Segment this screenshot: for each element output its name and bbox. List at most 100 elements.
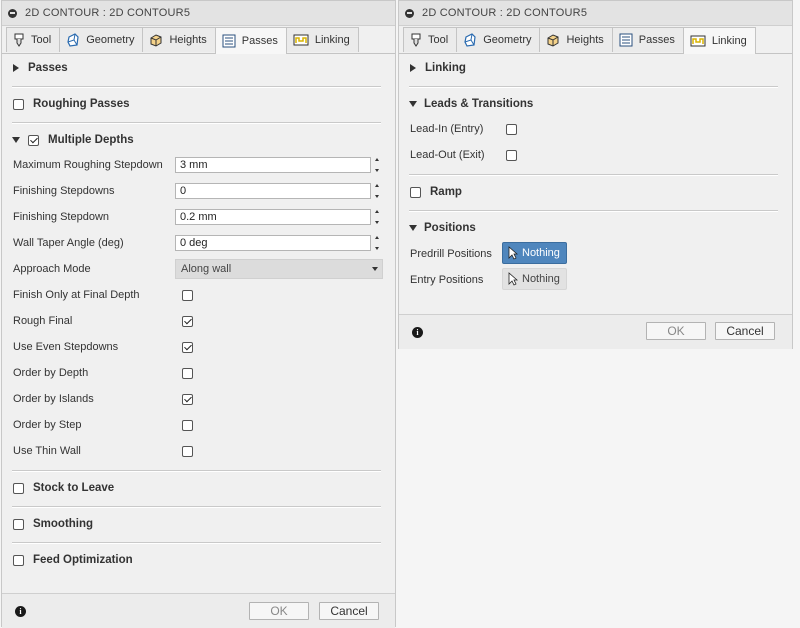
- cancel-button[interactable]: Cancel: [319, 602, 379, 620]
- order-by-islands-checkbox[interactable]: [182, 393, 193, 405]
- divider: [12, 542, 381, 544]
- approach-mode-select[interactable]: Along wall: [175, 259, 383, 279]
- divider: [409, 210, 778, 212]
- field-label: Finish Only at Final Depth: [13, 289, 140, 301]
- field-label: Lead-Out (Exit): [410, 149, 485, 161]
- tab-linking[interactable]: Linking: [682, 27, 756, 54]
- collapse-icon[interactable]: [405, 8, 414, 18]
- predrill-positions-row: Predrill Positions: [410, 244, 778, 264]
- max-roughing-stepdown-input[interactable]: 3 mm: [175, 157, 382, 173]
- spinner-icon[interactable]: [371, 209, 382, 225]
- roughing-passes-section[interactable]: Roughing Passes: [12, 94, 381, 114]
- tool-icon: [411, 33, 421, 47]
- title-bar: 2D CONTOUR : 2D CONTOUR5: [2, 1, 395, 26]
- passes-section-header[interactable]: Passes: [12, 58, 381, 78]
- passes-icon: [222, 34, 236, 48]
- rough-final-checkbox[interactable]: [182, 315, 193, 327]
- entry-positions-row: Entry Positions: [410, 270, 778, 290]
- divider: [12, 506, 381, 508]
- right-dialog-panel: 2D CONTOUR : 2D CONTOUR5 Tool Geometry H…: [398, 0, 793, 349]
- collapse-arrow-icon[interactable]: [12, 137, 20, 143]
- smoothing-section[interactable]: Smoothing: [12, 514, 381, 534]
- field-label: Order by Depth: [13, 367, 89, 379]
- divider: [12, 470, 381, 472]
- chevron-down-icon: [372, 267, 378, 271]
- finish-only-final-depth-checkbox[interactable]: [182, 289, 193, 301]
- dialog-footer: i OK Cancel: [399, 314, 792, 349]
- linking-section-header[interactable]: Linking: [409, 58, 778, 78]
- ramp-checkbox[interactable]: [410, 186, 421, 198]
- cancel-button[interactable]: Cancel: [715, 322, 775, 340]
- positions-section[interactable]: Positions: [409, 218, 778, 238]
- spinner-icon[interactable]: [371, 157, 382, 173]
- tab-heights[interactable]: Heights: [539, 27, 613, 52]
- lead-in-checkbox[interactable]: [506, 123, 517, 135]
- order-by-islands-row: Order by Islands: [13, 389, 381, 409]
- tab-linking[interactable]: Linking: [285, 27, 359, 52]
- tab-passes[interactable]: Passes: [611, 27, 684, 52]
- roughing-passes-checkbox[interactable]: [13, 98, 24, 110]
- spinner-icon[interactable]: [371, 183, 382, 199]
- field-label: Maximum Roughing Stepdown: [13, 159, 163, 171]
- stock-to-leave-checkbox[interactable]: [13, 482, 24, 494]
- finish-only-final-depth-row: Finish Only at Final Depth: [13, 285, 381, 305]
- smoothing-checkbox[interactable]: [13, 518, 24, 530]
- dialog-title: 2D CONTOUR : 2D CONTOUR5: [25, 7, 191, 19]
- tab-tool[interactable]: Tool: [403, 27, 458, 52]
- linking-icon: [690, 35, 706, 47]
- tool-icon: [14, 33, 24, 47]
- ok-button[interactable]: OK: [249, 602, 309, 620]
- tab-tool[interactable]: Tool: [6, 27, 61, 52]
- expand-arrow-icon: [13, 64, 19, 72]
- stock-to-leave-section[interactable]: Stock to Leave: [12, 478, 381, 498]
- collapse-arrow-icon: [409, 225, 417, 231]
- cursor-arrow-icon: [508, 246, 518, 260]
- tab-geometry[interactable]: Geometry: [59, 27, 144, 52]
- lead-in-row: Lead-In (Entry): [410, 119, 778, 139]
- heights-icon: [547, 34, 559, 47]
- use-even-stepdowns-checkbox[interactable]: [182, 341, 193, 353]
- ramp-section[interactable]: Ramp: [409, 182, 778, 202]
- leads-transitions-section[interactable]: Leads & Transitions: [409, 94, 778, 114]
- left-dialog-panel: 2D CONTOUR : 2D CONTOUR5 Tool Geometry H…: [1, 0, 396, 628]
- tab-heights[interactable]: Heights: [142, 27, 216, 52]
- order-by-step-checkbox[interactable]: [182, 419, 193, 431]
- divider: [409, 86, 778, 88]
- tab-geometry[interactable]: Geometry: [456, 27, 541, 52]
- order-by-depth-row: Order by Depth: [13, 363, 381, 383]
- field-label: Lead-In (Entry): [410, 123, 484, 135]
- field-label: Finishing Stepdowns: [13, 185, 115, 197]
- heights-icon: [150, 34, 162, 47]
- field-label: Finishing Stepdown: [13, 211, 110, 223]
- tab-passes[interactable]: Passes: [214, 27, 287, 54]
- ok-button[interactable]: OK: [646, 322, 706, 340]
- use-thin-wall-checkbox[interactable]: [182, 445, 193, 457]
- multiple-depths-checkbox[interactable]: [28, 134, 39, 146]
- field-label: Order by Step: [13, 419, 82, 431]
- geometry-icon: [464, 33, 476, 47]
- multiple-depths-section[interactable]: Multiple Depths: [12, 130, 381, 150]
- info-icon[interactable]: i: [15, 606, 26, 617]
- collapse-arrow-icon: [409, 101, 417, 107]
- feed-optimization-checkbox[interactable]: [13, 554, 24, 566]
- field-label: Order by Islands: [13, 393, 94, 405]
- field-label: Rough Final: [13, 315, 73, 327]
- use-even-stepdowns-row: Use Even Stepdowns: [13, 337, 381, 357]
- geometry-icon: [67, 33, 79, 47]
- spinner-icon[interactable]: [371, 235, 382, 251]
- wall-taper-angle-input[interactable]: 0 deg: [175, 235, 382, 251]
- lead-out-checkbox[interactable]: [506, 149, 517, 161]
- finishing-stepdown-input[interactable]: 0.2 mm: [175, 209, 382, 225]
- field-label: Use Thin Wall: [13, 445, 81, 457]
- dialog-footer: i OK Cancel: [2, 593, 395, 628]
- predrill-positions-select-button[interactable]: Nothing: [502, 242, 567, 264]
- feed-optimization-section[interactable]: Feed Optimization: [12, 550, 381, 570]
- collapse-icon[interactable]: [8, 8, 17, 18]
- divider: [409, 174, 778, 176]
- order-by-depth-checkbox[interactable]: [182, 367, 193, 379]
- dialog-title: 2D CONTOUR : 2D CONTOUR5: [422, 7, 588, 19]
- info-icon[interactable]: i: [412, 327, 423, 338]
- entry-positions-select-button[interactable]: Nothing: [502, 268, 567, 290]
- lead-out-row: Lead-Out (Exit): [410, 145, 778, 165]
- finishing-stepdowns-input[interactable]: 0: [175, 183, 382, 199]
